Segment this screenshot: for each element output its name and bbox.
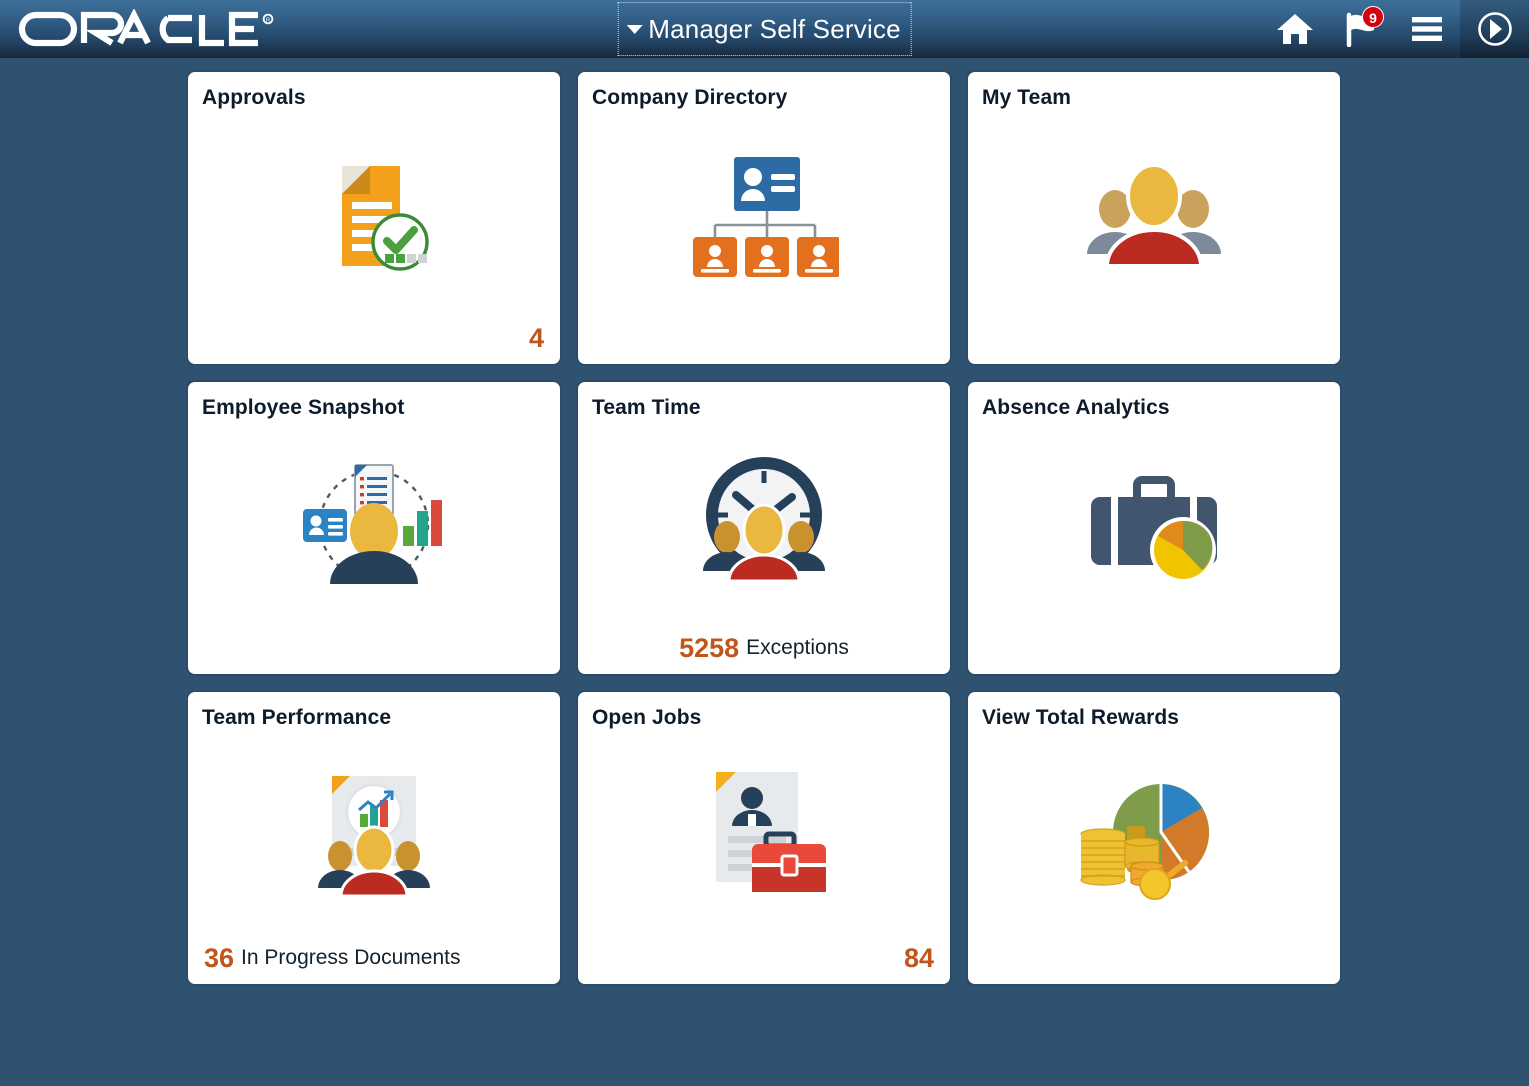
tile-company-directory[interactable]: Company Directory xyxy=(576,70,952,366)
tile-title: Absence Analytics xyxy=(982,396,1170,419)
tile-count: 4 xyxy=(528,322,544,353)
tile-employee-snapshot[interactable]: Employee Snapshot xyxy=(186,380,562,676)
org-chart-icon xyxy=(578,109,950,334)
approvals-document-check-icon xyxy=(188,109,560,320)
tile-title: Team Time xyxy=(592,396,701,419)
notification-badge: 9 xyxy=(1362,6,1384,28)
tile-count: 5258 xyxy=(679,632,740,663)
tile-footer: 4 xyxy=(188,320,560,364)
tile-footer: 5258 Exceptions xyxy=(578,630,950,674)
tile-title: Approvals xyxy=(202,86,306,109)
pie-chart-coins-icon xyxy=(968,729,1340,954)
tile-title: My Team xyxy=(982,86,1072,109)
tile-team-time[interactable]: Team Time 5258 Exceptions xyxy=(576,380,952,676)
tile-absence-analytics[interactable]: Absence Analytics xyxy=(966,380,1342,676)
tile-footer xyxy=(968,644,1340,674)
resume-briefcase-icon xyxy=(578,729,950,940)
page-title: Manager Self Service xyxy=(648,13,901,44)
briefcase-pie-chart-icon xyxy=(968,419,1340,644)
tile-approvals[interactable]: Approvals 4 xyxy=(186,70,562,366)
tile-count: 84 xyxy=(903,942,934,973)
tile-grid: Approvals 4 Company Directory My Team Em… xyxy=(0,58,1529,986)
tile-count-label: In Progress Documents xyxy=(241,946,461,969)
tile-footer xyxy=(968,954,1340,984)
tile-count: 36 xyxy=(204,942,235,973)
header-title-dropdown[interactable]: Manager Self Service xyxy=(617,2,912,56)
home-icon xyxy=(1277,14,1313,44)
tile-view-total-rewards[interactable]: View Total Rewards xyxy=(966,690,1342,986)
svg-text:R: R xyxy=(266,18,271,24)
actions-list-button[interactable] xyxy=(1394,0,1460,58)
tile-title: View Total Rewards xyxy=(982,706,1180,729)
oracle-logo[interactable]: R xyxy=(16,8,278,50)
employee-snapshot-icon xyxy=(188,419,560,644)
tile-footer: 84 xyxy=(578,940,950,984)
compass-navigator-icon xyxy=(1477,12,1512,46)
home-button[interactable] xyxy=(1262,0,1328,58)
clock-people-icon xyxy=(578,419,950,630)
tile-footer xyxy=(188,644,560,674)
navigator-button[interactable] xyxy=(1460,0,1529,58)
tile-team-performance[interactable]: Team Performance 36 In Progress Document… xyxy=(186,690,562,986)
tile-title: Team Performance xyxy=(202,706,392,729)
app-header: R Manager Self Service 9 xyxy=(0,0,1529,58)
header-actions: 9 xyxy=(1262,0,1529,58)
tile-footer: 36 In Progress Documents xyxy=(188,940,560,984)
tile-footer xyxy=(968,334,1340,364)
notifications-button[interactable]: 9 xyxy=(1328,0,1394,58)
hamburger-menu-icon xyxy=(1412,17,1442,41)
tile-open-jobs[interactable]: Open Jobs 84 xyxy=(576,690,952,986)
tile-title: Company Directory xyxy=(592,86,788,109)
caret-down-icon xyxy=(626,24,643,34)
tile-footer xyxy=(578,334,950,364)
tile-title: Employee Snapshot xyxy=(202,396,405,419)
tile-count-label: Exceptions xyxy=(746,636,849,659)
tile-title: Open Jobs xyxy=(592,706,702,729)
performance-document-people-icon xyxy=(188,729,560,940)
tile-my-team[interactable]: My Team xyxy=(966,70,1342,366)
people-group-icon xyxy=(968,109,1340,334)
